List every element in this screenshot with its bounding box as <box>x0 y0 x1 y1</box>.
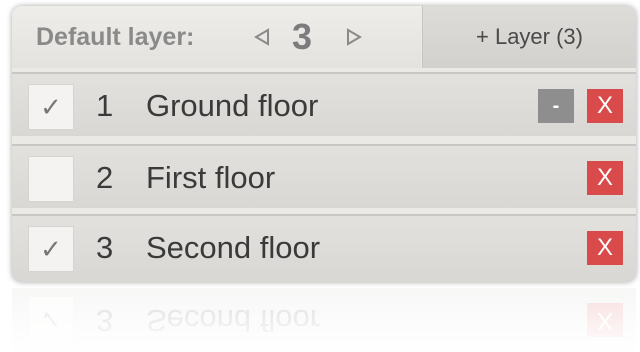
layer-number: 1 <box>96 88 114 123</box>
reflection-layer-number: 3 <box>96 303 114 338</box>
reflection-row: ✓ 3 Second floor X <box>12 288 636 352</box>
delete-layer-button[interactable]: X <box>587 231 623 265</box>
reflection-delete-button: X <box>587 303 623 337</box>
triangle-right-icon[interactable] <box>344 27 364 47</box>
layer-manager: Default layer: 3 + Layer (3) ✓ 1 Ground … <box>0 0 640 352</box>
current-layer-number: 3 <box>292 16 313 57</box>
layer-row: ✓ 3 Second floor X <box>12 214 636 282</box>
layer-name[interactable]: Ground floor <box>146 88 318 124</box>
layer-visibility-checkbox[interactable]: ✓ <box>28 84 74 130</box>
layer-number: 2 <box>96 160 114 195</box>
default-layer-selector: Default layer: 3 <box>12 6 421 68</box>
layer-visibility-checkbox[interactable] <box>28 156 74 202</box>
layer-row: ✓ 1 Ground floor - X <box>12 72 636 136</box>
triangle-left-icon[interactable] <box>252 27 272 47</box>
layer-number: 3 <box>96 230 114 265</box>
delete-layer-button[interactable]: X <box>587 161 623 195</box>
layer-panel: Default layer: 3 + Layer (3) ✓ 1 Ground … <box>12 6 636 282</box>
reflection-checkbox: ✓ <box>28 296 74 342</box>
delete-layer-button[interactable]: X <box>587 89 623 123</box>
panel-header: Default layer: 3 + Layer (3) <box>12 6 636 68</box>
default-layer-label: Default layer: <box>36 23 195 51</box>
layer-visibility-checkbox[interactable]: ✓ <box>28 226 74 272</box>
reflection-fade <box>12 288 636 352</box>
add-layer-button[interactable]: + Layer (3) <box>422 6 636 68</box>
layer-name[interactable]: Second floor <box>146 230 320 266</box>
panel-reflection: ✓ 3 Second floor X <box>12 288 636 352</box>
remove-from-default-button[interactable]: - <box>538 89 574 123</box>
layer-name[interactable]: First floor <box>146 160 275 196</box>
reflection-layer-name: Second floor <box>146 303 321 338</box>
layer-row: 2 First floor X <box>12 144 636 208</box>
